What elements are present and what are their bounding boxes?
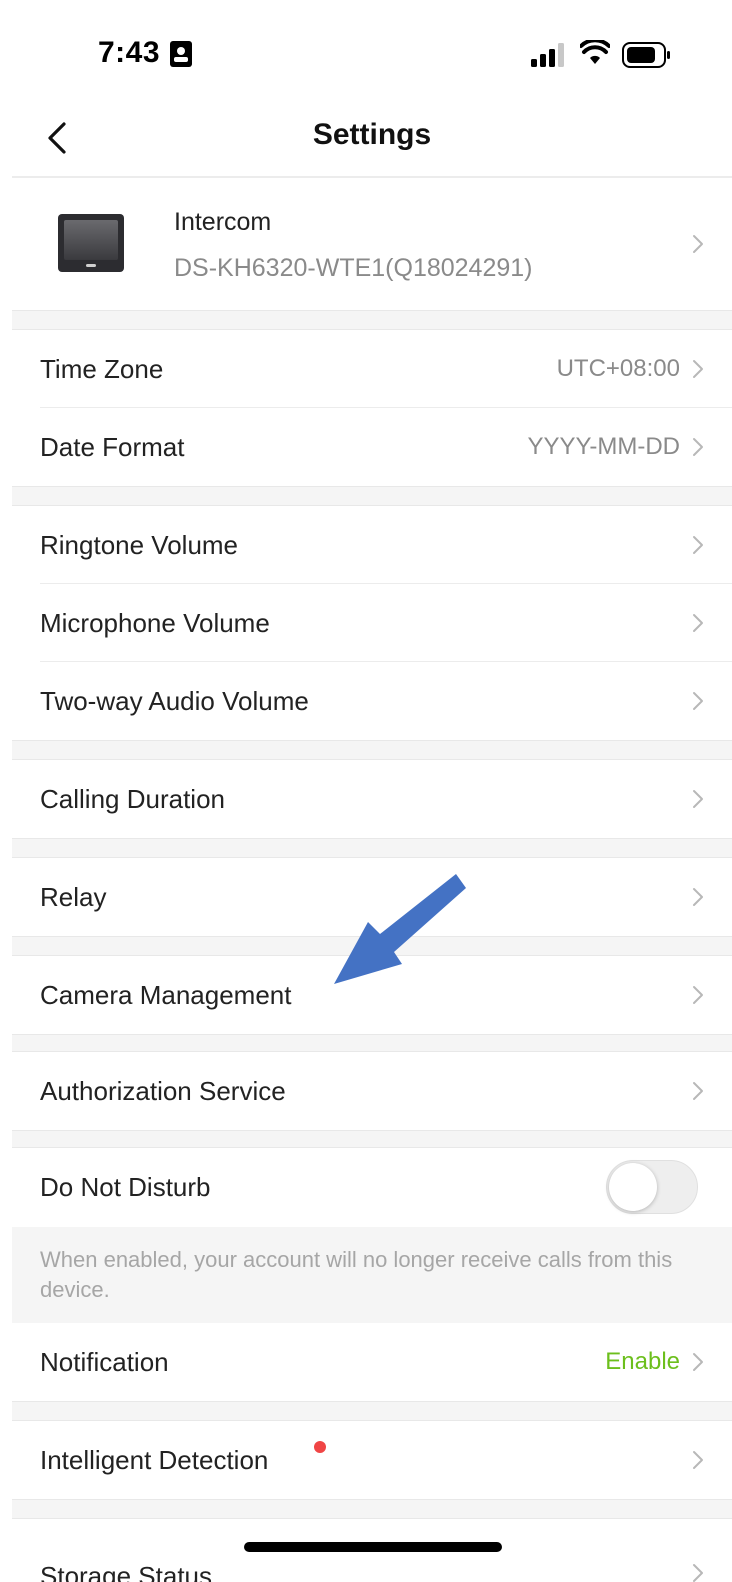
home-indicator (244, 1542, 502, 1552)
do-not-disturb-toggle[interactable] (606, 1160, 698, 1214)
chevron-right-icon (693, 438, 703, 456)
chevron-right-icon (693, 888, 703, 906)
battery-icon (622, 42, 670, 68)
section-gap (12, 486, 732, 506)
microphone-volume-label: Microphone Volume (40, 608, 270, 638)
storage-status-label: Storage Status (40, 1561, 212, 1582)
date-format-label: Date Format (40, 432, 185, 462)
intelligent-detection-row[interactable]: Intelligent Detection (12, 1421, 732, 1499)
chevron-right-icon (693, 614, 703, 632)
ringtone-volume-label: Ringtone Volume (40, 530, 239, 560)
calling-duration-label: Calling Duration (40, 784, 225, 814)
page-title: Settings (312, 118, 432, 151)
notification-label: Notification (40, 1347, 169, 1377)
blue-arrow-annotation (334, 874, 466, 984)
wifi-icon (580, 40, 610, 64)
do-not-disturb-row: Do Not Disturb (12, 1148, 732, 1226)
chevron-right-icon (693, 986, 703, 1004)
do-not-disturb-label: Do Not Disturb (40, 1172, 211, 1202)
status-bar: 7:43 (0, 0, 732, 110)
do-not-disturb-note: When enabled, your account will no longe… (12, 1227, 732, 1323)
notification-row[interactable]: Notification Enable (12, 1323, 732, 1401)
time-zone-value: UTC+08:00 (556, 355, 680, 382)
section-gap (12, 1401, 732, 1421)
do-not-disturb-note-text: When enabled, your account will no longe… (40, 1247, 673, 1302)
chevron-right-icon (693, 790, 703, 808)
chevron-right-icon (693, 1082, 703, 1100)
camera-management-label: Camera Management (40, 980, 292, 1010)
microphone-volume-row[interactable]: Microphone Volume (12, 584, 732, 662)
chevron-right-icon (693, 1564, 703, 1582)
calling-duration-row[interactable]: Calling Duration (12, 760, 732, 838)
notification-value: Enable (605, 1348, 680, 1375)
intelligent-detection-label: Intelligent Detection (40, 1445, 269, 1475)
chevron-right-icon (693, 536, 703, 554)
time-zone-label: Time Zone (40, 354, 164, 384)
chevron-right-icon (693, 360, 703, 378)
two-way-audio-volume-label: Two-way Audio Volume (40, 686, 309, 716)
section-gap (12, 1034, 732, 1052)
authorization-service-label: Authorization Service (40, 1076, 286, 1106)
status-time: 7:43 (98, 36, 161, 69)
authorization-service-row[interactable]: Authorization Service (12, 1052, 732, 1130)
section-gap (12, 1130, 732, 1148)
section-gap (12, 838, 732, 858)
date-format-row[interactable]: Date Format YYYY-MM-DD (12, 408, 732, 486)
date-format-value: YYYY-MM-DD (527, 433, 680, 460)
chevron-right-icon (693, 692, 703, 710)
nav-bar: Settings (12, 100, 732, 178)
section-gap (12, 310, 732, 330)
section-gap (12, 740, 732, 760)
chevron-right-icon (693, 1353, 703, 1371)
time-zone-row[interactable]: Time Zone UTC+08:00 (12, 330, 732, 408)
signal-icon (531, 43, 564, 67)
relay-label: Relay (40, 882, 107, 912)
toggle-knob (609, 1163, 657, 1211)
device-card[interactable]: Intercom DS-KH6320-WTE1(Q18024291) (12, 178, 732, 310)
new-badge-dot (314, 1441, 326, 1453)
two-way-audio-volume-row[interactable]: Two-way Audio Volume (12, 662, 732, 740)
ringtone-volume-row[interactable]: Ringtone Volume (12, 506, 732, 584)
chevron-right-icon (693, 1451, 703, 1469)
contact-card-icon (170, 41, 192, 67)
section-gap (12, 1499, 732, 1519)
chevron-right-icon (693, 235, 703, 253)
